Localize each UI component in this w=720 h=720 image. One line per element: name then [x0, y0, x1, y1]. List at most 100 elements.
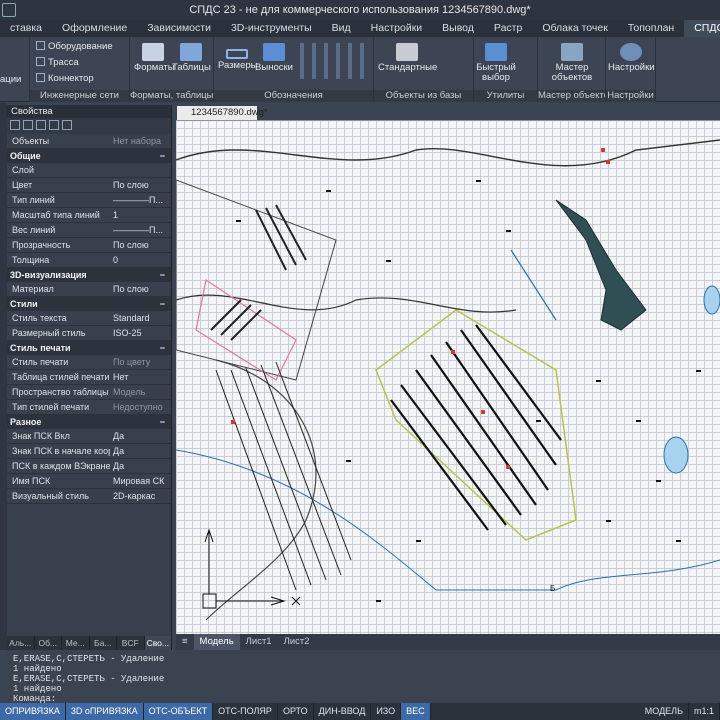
master-objects-button[interactable]: Мастер объектов — [540, 43, 604, 83]
formats-button[interactable]: Форматы — [134, 43, 175, 73]
formats-icon — [142, 43, 164, 61]
property-name: Прозрачность — [12, 240, 71, 250]
group-label-utilities: Утилиты — [474, 90, 537, 102]
equipment-icon — [36, 41, 45, 50]
palette-tab-0[interactable]: Аль... — [7, 636, 35, 650]
layer-icon[interactable] — [62, 120, 72, 130]
property-row[interactable]: Тип линий ————П... — [7, 193, 171, 208]
tab-view[interactable]: Вид — [322, 20, 361, 37]
objects-row[interactable]: Объекты Нет набора — [7, 134, 171, 149]
sizes-button[interactable]: Размеры — [218, 43, 257, 71]
section-header[interactable]: Разное — [7, 415, 171, 429]
tab-point-clouds[interactable]: Облака точек — [532, 20, 617, 37]
property-value: По слою — [113, 240, 149, 250]
route-button[interactable]: Трасса — [36, 57, 79, 68]
property-row[interactable]: Визуальный стиль 2D-каркас — [7, 489, 171, 504]
left-toolbar — [0, 103, 7, 650]
property-name: Знак ПСК в начале коор... — [12, 446, 110, 456]
tab-topoplan[interactable]: Топоплан — [618, 20, 684, 37]
quick-select-button[interactable]: Быстрый выбор — [476, 43, 516, 83]
palette-tab-bcf[interactable]: BCF — [117, 636, 145, 650]
status-toggle[interactable]: МОДЕЛЬ — [640, 703, 689, 720]
palette-tab-2[interactable]: Ме... — [62, 636, 90, 650]
layout-menu-icon[interactable]: ≡ — [176, 634, 194, 650]
property-row[interactable]: Стиль текста Standard — [7, 311, 171, 326]
tables-button[interactable]: Таблицы — [172, 43, 211, 73]
group-base-objects: Стандартные Объекты из базы — [374, 37, 474, 102]
group-label-formats: Форматы, таблицы — [130, 90, 213, 102]
property-value: Да — [113, 446, 125, 456]
leaders-button[interactable]: Выноски — [254, 43, 294, 73]
status-toggle[interactable]: ОРТО — [278, 703, 314, 720]
tab-sheet2[interactable]: Лист2 — [278, 634, 316, 650]
property-row[interactable]: Вес линий ————П... — [7, 223, 171, 238]
property-name: Стиль печати — [12, 357, 69, 367]
property-row[interactable]: Прозрачность По слою — [7, 238, 171, 253]
tab-model[interactable]: Модель — [193, 634, 240, 650]
status-toggle[interactable]: ИЗО — [371, 703, 402, 720]
status-toggle[interactable]: ОТС-ПОЛЯР — [213, 703, 278, 720]
property-row[interactable]: Материал По слою — [7, 282, 171, 297]
drawing-canvas[interactable]: Б — [176, 120, 720, 634]
tab-3d-tools[interactable]: 3D-инструменты — [221, 20, 322, 37]
tab-sheet1[interactable]: Лист1 — [240, 634, 278, 650]
property-value: Модель — [113, 387, 146, 397]
tab-raster[interactable]: Растр — [484, 20, 532, 37]
app-menu-icon[interactable] — [2, 3, 16, 17]
property-row[interactable]: Пространство таблицы с...Модель — [7, 385, 171, 400]
status-toggle[interactable]: ОТС-ОБЪЕКТ — [143, 703, 214, 720]
tab-annotate[interactable]: Оформление — [52, 20, 137, 37]
property-row[interactable]: Толщина 0 — [7, 253, 171, 268]
filter-icon[interactable] — [49, 120, 59, 130]
status-toggle[interactable]: ВЕС — [401, 703, 431, 720]
designation-tools[interactable] — [300, 43, 370, 79]
status-toggle[interactable]: 3D оПРИВЯЗКА — [65, 703, 144, 720]
tab-constraints[interactable]: Зависимости — [137, 20, 221, 37]
tab-insert[interactable]: ставка — [0, 20, 52, 37]
command-window[interactable]: E,ERASE,С,СТЕРЕТЬ - Удаление 1 найдено E… — [7, 651, 720, 704]
property-value: Недоступно — [113, 402, 163, 412]
property-row[interactable]: Слой — [7, 163, 171, 178]
tab-settings[interactable]: Настройки — [361, 20, 433, 37]
palette-tab-3[interactable]: Ба... — [90, 636, 117, 650]
palette-tab-1[interactable]: Об... — [35, 636, 62, 650]
group-engineering: Оборудование Трасса Коннектор Инженерные… — [30, 37, 130, 102]
standard-button[interactable]: Стандартные — [378, 43, 437, 73]
command-history-line: 1 найдено — [13, 664, 62, 674]
property-row[interactable]: Цвет По слою — [7, 178, 171, 193]
section-header[interactable]: Общие — [7, 149, 171, 163]
tab-spds[interactable]: СПДС — [684, 20, 720, 37]
toggle-pickadd-icon[interactable] — [36, 120, 46, 130]
property-value: По слою — [113, 180, 149, 190]
section-header[interactable]: Стиль печати — [7, 341, 171, 355]
document-tab[interactable]: 1234567890.dwg* — [177, 106, 268, 120]
property-row[interactable]: Тип стилей печати Недоступно — [7, 400, 171, 415]
property-row[interactable]: ПСК в каждом ВЭкране Да — [7, 459, 171, 474]
select-icon[interactable] — [10, 120, 20, 130]
master-objects-icon — [561, 43, 583, 61]
status-toggle[interactable]: m1:1 — [689, 703, 720, 720]
property-row[interactable]: Знак ПСК в начале коор... Да — [7, 444, 171, 459]
section-header[interactable]: Стили — [7, 297, 171, 311]
property-row[interactable]: Масштаб типа линий 1 — [7, 208, 171, 223]
equipment-button[interactable]: Оборудование — [36, 41, 113, 52]
section-header[interactable]: 3D-визуализация — [7, 268, 171, 282]
group-label-designations: Обозначения — [214, 90, 373, 102]
status-toggle[interactable]: ОПРИВЯЗКА — [0, 703, 66, 720]
settings-button[interactable]: Настройки — [608, 43, 655, 73]
status-toggle[interactable]: ДИН-ВВОД — [314, 703, 372, 720]
property-row[interactable]: Стиль печати По цвету — [7, 355, 171, 370]
property-row[interactable]: Знак ПСК Вкл Да — [7, 429, 171, 444]
palette-tab-properties[interactable]: Сво... — [144, 636, 172, 650]
quick-select-icon[interactable] — [23, 120, 33, 130]
tab-output[interactable]: Вывод — [432, 20, 484, 37]
left-group-label[interactable]: ации — [0, 75, 21, 85]
property-row[interactable]: Размерный стиль ISO-25 — [7, 326, 171, 341]
property-row[interactable]: Таблица стилей печати Нет — [7, 370, 171, 385]
property-row[interactable]: Имя ПСК Мировая СК — [7, 474, 171, 489]
title-bar: СПДС 23 - не для коммерческого использов… — [0, 0, 720, 20]
connector-button[interactable]: Коннектор — [36, 73, 94, 84]
group-settings: Настройки Настройки — [606, 37, 656, 102]
property-name: Знак ПСК Вкл — [12, 431, 70, 441]
route-icon — [36, 57, 45, 66]
